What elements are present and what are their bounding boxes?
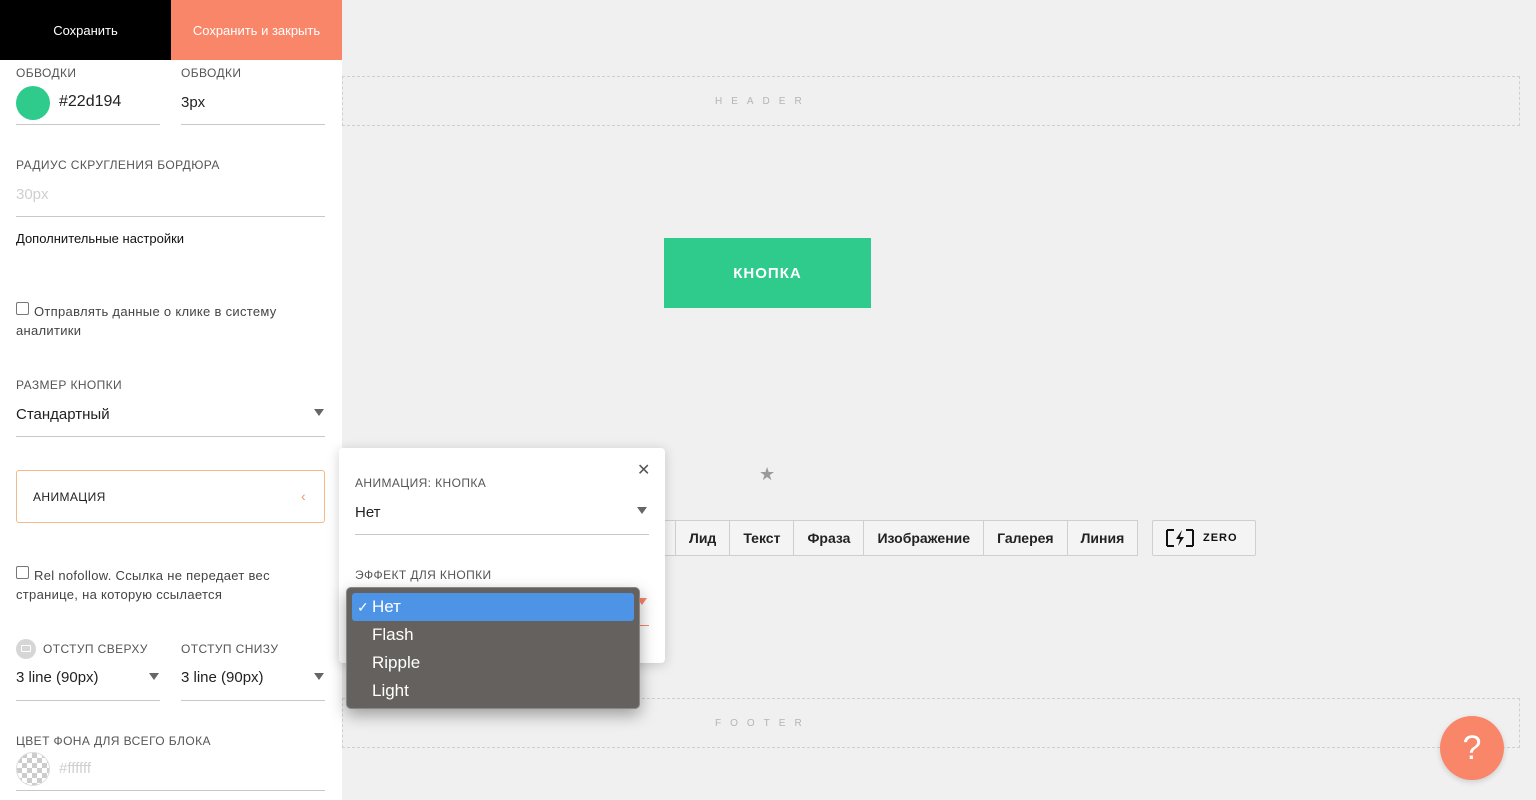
zero-block-icon: [1166, 529, 1194, 547]
chevron-down-icon[interactable]: [149, 673, 159, 680]
stroke-width-underline: [181, 124, 325, 125]
category-text[interactable]: Текст: [730, 520, 795, 556]
animation-section-label: АНИМАЦИЯ: [33, 490, 106, 504]
zero-label: ZERO: [1203, 532, 1238, 544]
button-size-label: РАЗМЕР КНОПКИ: [16, 378, 123, 392]
analytics-checkbox-label: Отправлять данные о клике в систему анал…: [16, 304, 277, 338]
check-icon: ✓: [357, 598, 369, 615]
padding-bottom-select[interactable]: 3 line (90px): [181, 669, 264, 686]
category-gallery[interactable]: Галерея: [984, 520, 1068, 556]
padding-top-label: ОТСТУП СВЕРХУ: [43, 642, 148, 656]
bg-color-swatch[interactable]: [16, 752, 50, 786]
category-lead[interactable]: Лид: [676, 520, 731, 556]
header-label: HEADER: [715, 96, 811, 107]
header-block[interactable]: HEADER: [342, 76, 1520, 126]
save-and-close-button[interactable]: Сохранить и закрыть: [171, 0, 342, 60]
stroke-width-label: ОБВОДКИ: [181, 66, 242, 80]
bg-color-underline: [16, 790, 325, 791]
border-radius-underline: [16, 216, 325, 217]
category-line[interactable]: Линия: [1067, 520, 1139, 556]
category-image[interactable]: Изображение: [864, 520, 985, 556]
stroke-width-field[interactable]: 3px: [181, 94, 205, 111]
bg-color-field[interactable]: #ffffff: [59, 760, 91, 777]
dropdown-option-ripple[interactable]: Ripple: [352, 649, 634, 677]
button-size-underline: [16, 436, 325, 437]
block-categories: Лид Текст Фраза Изображение Галерея Лини…: [656, 520, 1139, 556]
chevron-down-icon[interactable]: [314, 409, 324, 416]
dropdown-option-flash[interactable]: Flash: [352, 621, 634, 649]
category-phrase[interactable]: Фраза: [794, 520, 865, 556]
chevron-left-icon: ‹: [301, 488, 306, 504]
monitor-icon[interactable]: [16, 639, 36, 659]
save-button[interactable]: Сохранить: [0, 0, 171, 60]
padding-top-select[interactable]: 3 line (90px): [16, 669, 99, 686]
border-radius-label: РАДИУС СКРУГЛЕНИЯ БОРДЮРА: [16, 158, 220, 172]
padding-bottom-label: ОТСТУП СНИЗУ: [181, 642, 279, 656]
dropdown-option-none[interactable]: ✓ Нет: [352, 593, 634, 621]
stroke-color-label: ОБВОДКИ: [16, 66, 77, 80]
stroke-color-swatch[interactable]: [16, 86, 50, 120]
zero-block-button[interactable]: ZERO: [1152, 520, 1256, 556]
popup-animation-select[interactable]: Нет: [355, 504, 381, 521]
settings-panel: Сохранить Сохранить и закрыть ОБВОДКИ #2…: [0, 0, 342, 800]
star-icon[interactable]: ★: [759, 464, 775, 485]
stroke-color-underline: [16, 124, 160, 125]
advanced-settings-title: Дополнительные настройки: [16, 231, 185, 246]
close-icon[interactable]: ✕: [637, 460, 650, 480]
canvas-button[interactable]: КНОПКА: [664, 238, 871, 308]
animation-section-toggle[interactable]: АНИМАЦИЯ ‹: [16, 470, 325, 523]
popup-animation-label: АНИМАЦИЯ: КНОПКА: [355, 476, 487, 490]
chevron-down-icon[interactable]: [314, 673, 324, 680]
top-toolbar: Сохранить Сохранить и закрыть: [0, 0, 342, 60]
effect-dropdown: ✓ Нет Flash Ripple Light: [346, 587, 640, 709]
footer-label: FOOTER: [715, 718, 811, 729]
help-button[interactable]: ?: [1440, 716, 1504, 780]
padding-bottom-underline: [181, 700, 325, 701]
button-size-select[interactable]: Стандартный: [16, 406, 110, 423]
popup-effect-label: ЭФФЕКТ ДЛЯ КНОПКИ: [355, 568, 492, 582]
border-radius-field[interactable]: 30px: [16, 186, 49, 203]
popup-animation-underline: [355, 534, 649, 535]
stroke-color-field[interactable]: #22d194: [59, 93, 121, 111]
bg-color-label: ЦВЕТ ФОНА ДЛЯ ВСЕГО БЛОКА: [16, 734, 211, 748]
padding-top-underline: [16, 700, 160, 701]
nofollow-checkbox-label: Rel nofollow. Ссылка не передает вес стр…: [16, 568, 270, 602]
dropdown-option-light[interactable]: Light: [352, 677, 634, 705]
chevron-down-icon[interactable]: [637, 507, 647, 514]
